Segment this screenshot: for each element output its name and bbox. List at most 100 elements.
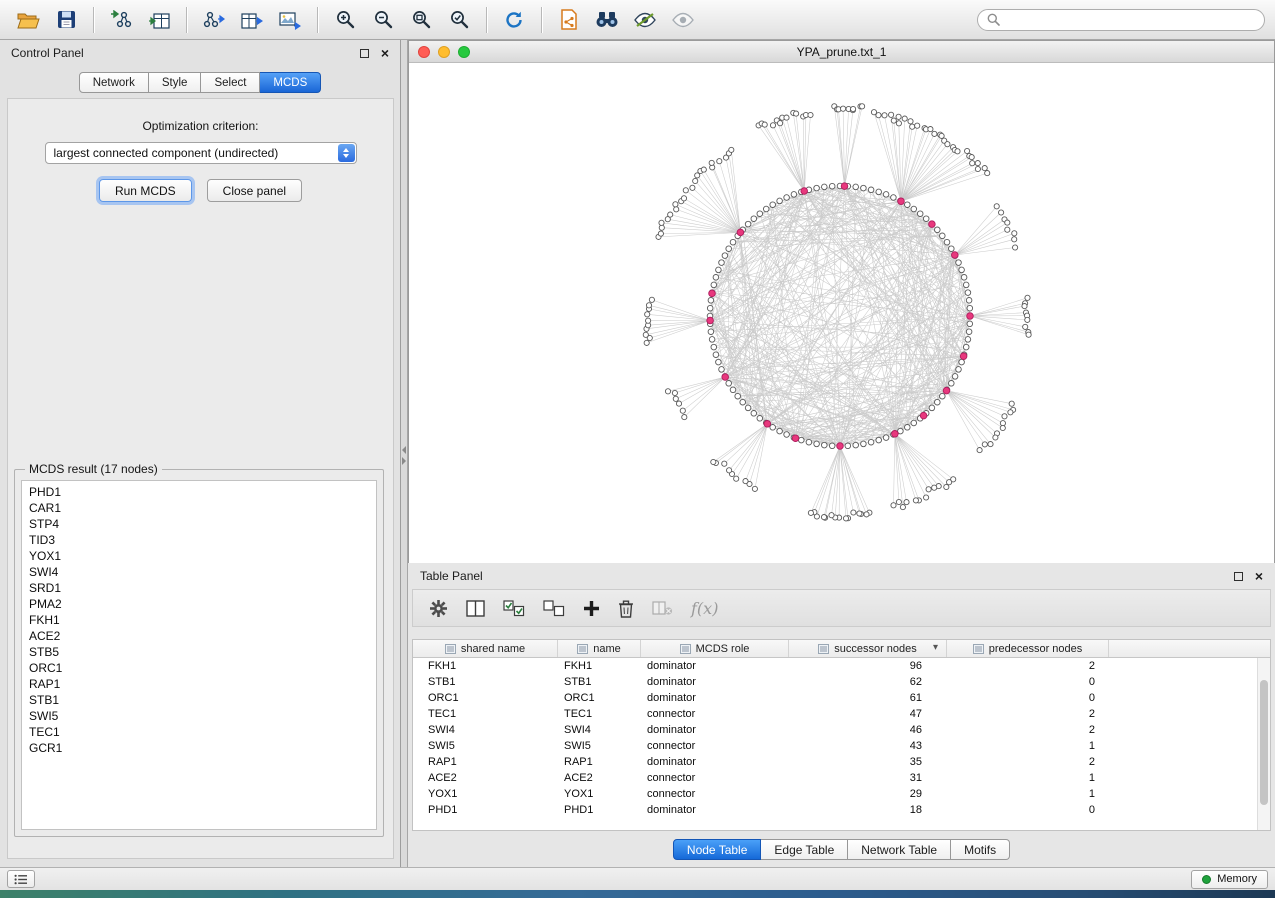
table-row[interactable]: FKH1FKH1dominator962 — [413, 658, 1257, 674]
network-node[interactable] — [829, 183, 835, 189]
save-session-button[interactable] — [48, 5, 84, 35]
network-node[interactable] — [644, 340, 649, 345]
network-node[interactable] — [967, 305, 973, 311]
network-node[interactable] — [711, 459, 716, 464]
mcds-result-item[interactable]: FKH1 — [29, 612, 376, 628]
memory-button[interactable]: Memory — [1191, 870, 1268, 889]
network-node[interactable] — [896, 499, 901, 504]
network-node[interactable] — [762, 122, 767, 127]
network-node[interactable] — [1005, 220, 1010, 225]
network-node[interactable] — [682, 415, 687, 420]
network-dominator-node[interactable] — [764, 421, 771, 428]
panel-splitter[interactable] — [401, 40, 408, 867]
network-node[interactable] — [777, 428, 783, 434]
network-node[interactable] — [861, 185, 867, 191]
network-node[interactable] — [932, 485, 937, 490]
mcds-result-list[interactable]: PHD1CAR1STP4TID3YOX1SWI4SRD1PMA2FKH1ACE2… — [21, 480, 377, 830]
network-document-button[interactable] — [551, 5, 587, 35]
network-node[interactable] — [970, 161, 975, 166]
window-minimize-icon[interactable] — [438, 46, 450, 58]
network-node[interactable] — [841, 106, 846, 111]
network-dominator-node[interactable] — [841, 183, 848, 190]
network-node[interactable] — [806, 439, 812, 445]
network-node[interactable] — [882, 113, 887, 118]
network-node[interactable] — [963, 282, 969, 288]
network-node[interactable] — [658, 231, 663, 236]
network-dominator-node[interactable] — [709, 290, 716, 297]
network-node[interactable] — [853, 442, 859, 448]
mcds-result-item[interactable]: PMA2 — [29, 596, 376, 612]
search-field[interactable] — [977, 9, 1265, 31]
network-node[interactable] — [908, 119, 913, 124]
network-node[interactable] — [726, 246, 732, 252]
export-network-button[interactable] — [196, 5, 232, 35]
network-dominator-node[interactable] — [929, 221, 936, 228]
network-node[interactable] — [693, 178, 698, 183]
network-dominator-node[interactable] — [837, 443, 844, 450]
network-node[interactable] — [1012, 231, 1017, 236]
network-node[interactable] — [977, 448, 982, 453]
table-scrollbar[interactable] — [1257, 658, 1270, 830]
mcds-result-item[interactable]: ACE2 — [29, 628, 376, 644]
network-node[interactable] — [944, 484, 949, 489]
network-node[interactable] — [673, 396, 678, 401]
mcds-result-item[interactable]: SWI4 — [29, 564, 376, 580]
tab-network-table[interactable]: Network Table — [848, 839, 951, 860]
network-node[interactable] — [1005, 227, 1010, 232]
network-node[interactable] — [822, 184, 828, 190]
table-row[interactable]: PHD1PHD1dominator180 — [413, 802, 1257, 818]
network-node[interactable] — [891, 195, 897, 201]
zoom-selected-button[interactable] — [441, 5, 477, 35]
network-node[interactable] — [868, 439, 874, 445]
tab-edge-table[interactable]: Edge Table — [761, 839, 848, 860]
network-node[interactable] — [891, 503, 896, 508]
network-dominator-node[interactable] — [952, 252, 959, 259]
network-node[interactable] — [963, 344, 969, 350]
mcds-result-item[interactable]: YOX1 — [29, 548, 376, 564]
network-node[interactable] — [643, 332, 648, 337]
task-history-button[interactable] — [7, 870, 35, 888]
network-dominator-node[interactable] — [707, 317, 714, 324]
mcds-result-item[interactable]: SRD1 — [29, 580, 376, 596]
network-node[interactable] — [883, 192, 889, 198]
network-node[interactable] — [905, 202, 911, 208]
close-panel-button[interactable]: Close panel — [207, 179, 302, 202]
mcds-result-item[interactable]: ORC1 — [29, 660, 376, 676]
network-node[interactable] — [707, 305, 713, 311]
network-node[interactable] — [814, 441, 820, 447]
network-node[interactable] — [1026, 332, 1031, 337]
network-node[interactable] — [915, 123, 920, 128]
network-node[interactable] — [911, 206, 917, 212]
network-node[interactable] — [713, 275, 719, 281]
network-node[interactable] — [646, 318, 651, 323]
network-node[interactable] — [1025, 295, 1030, 300]
network-node[interactable] — [719, 260, 725, 266]
close-table-panel-icon[interactable]: × — [1255, 570, 1263, 582]
network-node[interactable] — [1013, 245, 1018, 250]
network-node[interactable] — [777, 198, 783, 204]
network-node[interactable] — [993, 435, 998, 440]
delete-column-icon[interactable] — [618, 599, 634, 618]
network-node[interactable] — [1012, 237, 1017, 242]
network-node[interactable] — [966, 329, 972, 335]
network-node[interactable] — [711, 344, 717, 350]
open-network-button[interactable] — [10, 5, 46, 35]
network-node[interactable] — [876, 437, 882, 443]
network-node[interactable] — [935, 399, 941, 405]
network-node[interactable] — [985, 171, 990, 176]
network-node[interactable] — [727, 468, 732, 473]
network-node[interactable] — [900, 505, 905, 510]
network-node[interactable] — [969, 155, 974, 160]
network-node[interactable] — [649, 297, 654, 302]
network-node[interactable] — [939, 133, 944, 138]
column-header-predecessor-nodes[interactable]: predecessor nodes — [947, 640, 1109, 657]
network-node[interactable] — [730, 387, 736, 393]
network-node[interactable] — [864, 512, 869, 517]
network-node[interactable] — [1009, 401, 1014, 406]
column-header-name[interactable]: name — [558, 640, 641, 657]
network-node[interactable] — [926, 487, 931, 492]
network-node[interactable] — [949, 381, 955, 387]
network-node[interactable] — [719, 367, 725, 373]
tab-node-table[interactable]: Node Table — [673, 839, 762, 860]
hide-selected-button[interactable] — [627, 5, 663, 35]
